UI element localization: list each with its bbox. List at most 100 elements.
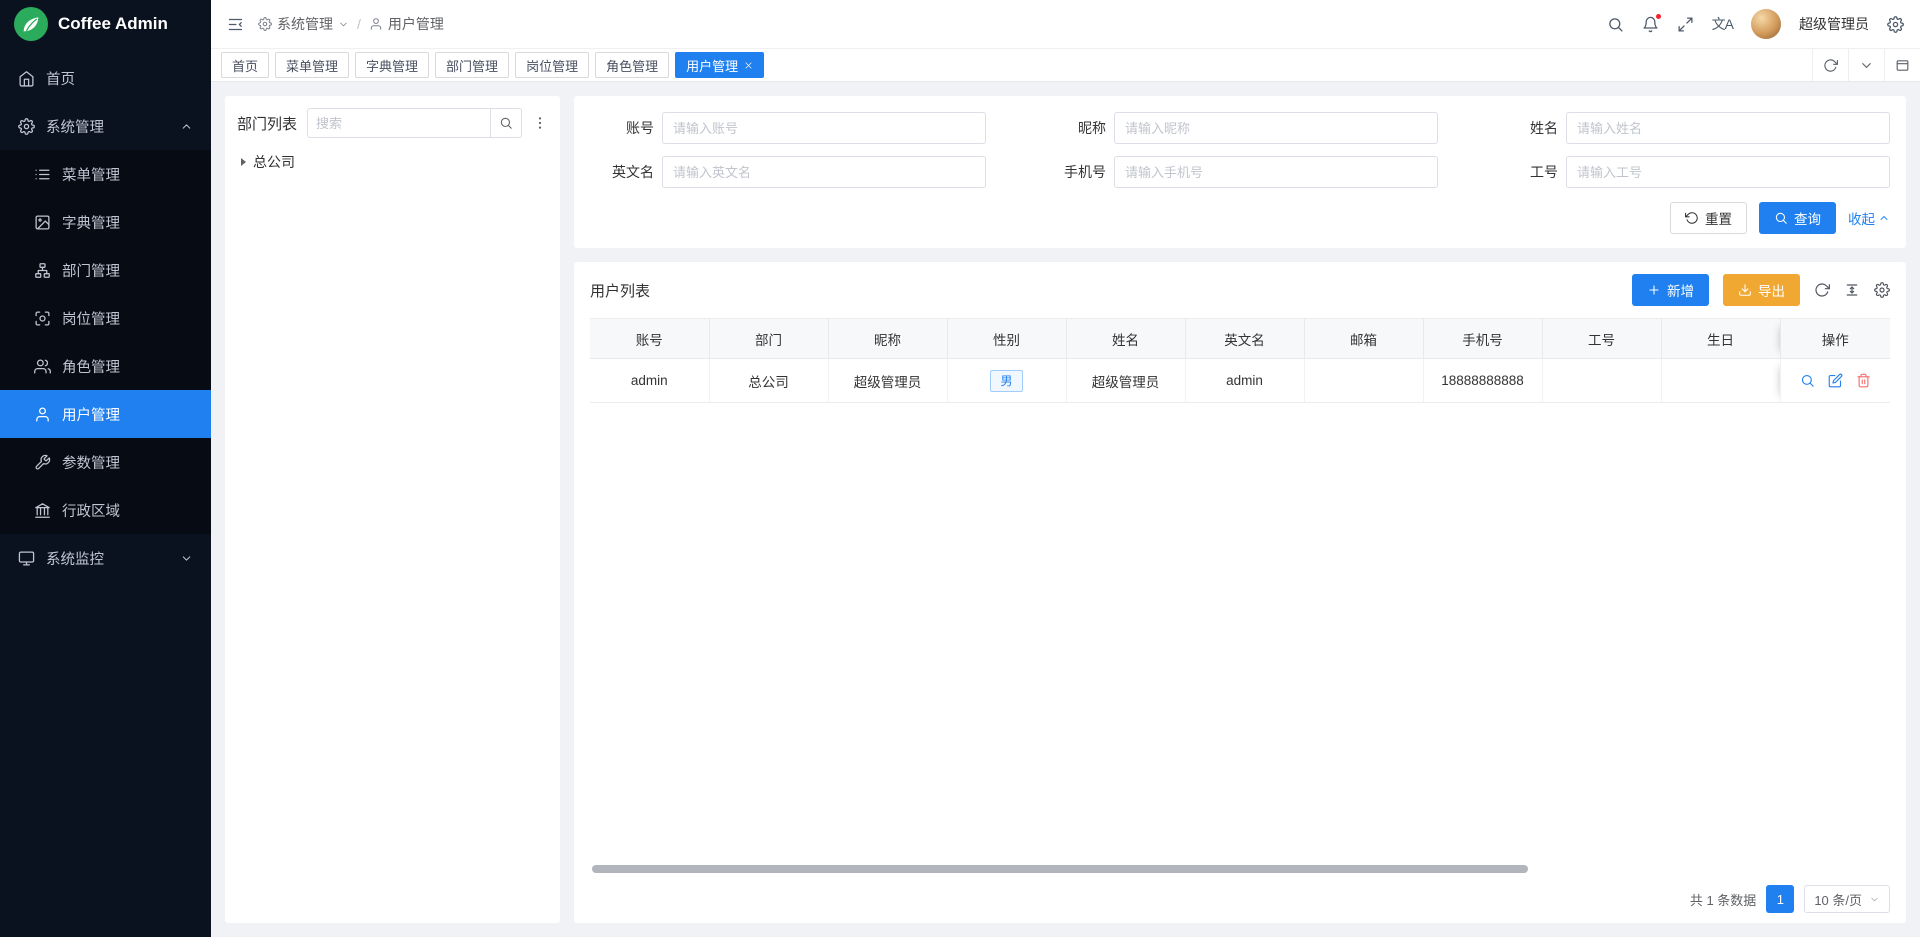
- column-header: 邮箱: [1304, 319, 1423, 359]
- sidebar-item-label: 行政区域: [62, 500, 120, 521]
- search-form-actions: 重置 查询 收起: [590, 202, 1890, 234]
- add-user-button[interactable]: 新增: [1632, 274, 1709, 306]
- page-size-select[interactable]: 10 条/页: [1804, 885, 1890, 913]
- collapse-filters-link[interactable]: 收起: [1848, 208, 1890, 228]
- nickname-field[interactable]: [1114, 112, 1438, 144]
- fullscreen-button[interactable]: [1677, 16, 1694, 33]
- sidebar-collapse-button[interactable]: [227, 16, 244, 33]
- column-header: 性别: [947, 319, 1066, 359]
- sidebar-item-label: 参数管理: [62, 452, 120, 473]
- global-search-button[interactable]: [1607, 16, 1624, 33]
- column-header: 昵称: [828, 319, 947, 359]
- user-list-card: 用户列表 新增 导出: [574, 262, 1906, 923]
- table-density-button[interactable]: [1844, 282, 1860, 298]
- tree-item-head-office[interactable]: 总公司: [237, 148, 548, 176]
- chevron-down-icon: [1869, 894, 1880, 905]
- form-field-nickname: 昵称: [1042, 112, 1438, 144]
- tab-menu-management[interactable]: 菜单管理: [275, 52, 349, 78]
- sidebar-item-param-management[interactable]: 参数管理: [0, 438, 211, 486]
- table-row: admin 总公司 超级管理员 男 超级管理员 admin 1888888888…: [590, 359, 1890, 403]
- department-search-button[interactable]: [490, 108, 522, 138]
- right-column: 账号 昵称 姓名 英文名: [574, 96, 1906, 923]
- department-more-button[interactable]: [532, 115, 548, 131]
- page-number-button[interactable]: 1: [1766, 885, 1794, 913]
- monitor-icon: [18, 550, 35, 567]
- notification-button[interactable]: [1642, 16, 1659, 33]
- department-search-group: [307, 108, 522, 138]
- field-label: 工号: [1494, 162, 1558, 182]
- column-header: 英文名: [1185, 319, 1304, 359]
- sidebar-item-system-management[interactable]: 系统管理: [0, 102, 211, 150]
- reset-button-label: 重置: [1705, 208, 1732, 228]
- tab-actions-dropdown-button[interactable]: [1848, 49, 1884, 81]
- form-field-name: 姓名: [1494, 112, 1890, 144]
- sidebar-item-role-management[interactable]: 角色管理: [0, 342, 211, 390]
- user-table-container: 账号 部门 昵称 性别 姓名 英文名 邮箱 手机号 工号 生日: [590, 318, 1890, 875]
- tab-home[interactable]: 首页: [221, 52, 269, 78]
- query-button[interactable]: 查询: [1759, 202, 1836, 234]
- tab-post-management[interactable]: 岗位管理: [515, 52, 589, 78]
- search-icon: [499, 116, 513, 130]
- account-field[interactable]: [662, 112, 986, 144]
- tab-dict-management[interactable]: 字典管理: [355, 52, 429, 78]
- breadcrumb-item-user[interactable]: 用户管理: [369, 14, 444, 34]
- tab-user-management[interactable]: 用户管理: [675, 52, 764, 78]
- tab-dept-management[interactable]: 部门管理: [435, 52, 509, 78]
- user-icon: [34, 406, 51, 423]
- column-header: 生日: [1661, 319, 1780, 359]
- image-icon: [34, 214, 51, 231]
- english-name-field[interactable]: [662, 156, 986, 188]
- tab-controls: [1812, 49, 1920, 81]
- phone-field[interactable]: [1114, 156, 1438, 188]
- edit-row-button[interactable]: [1828, 373, 1843, 388]
- tab-label: 用户管理: [686, 56, 738, 75]
- content-fullscreen-button[interactable]: [1884, 49, 1920, 81]
- gear-icon: [18, 118, 35, 135]
- sidebar-item-label: 字典管理: [62, 212, 120, 233]
- sidebar-item-label: 首页: [46, 68, 75, 89]
- breadcrumb-item-system[interactable]: 系统管理: [258, 14, 349, 34]
- app-logo[interactable]: Coffee Admin: [0, 0, 211, 48]
- row-operations: [1782, 373, 1890, 388]
- topbar: 系统管理 / 用户管理 文A 超级管理员: [211, 0, 1920, 48]
- cell-gender: 男: [947, 359, 1066, 403]
- column-header: 部门: [709, 319, 828, 359]
- current-user-name[interactable]: 超级管理员: [1799, 14, 1869, 34]
- avatar[interactable]: [1751, 9, 1781, 39]
- table-settings-button[interactable]: [1874, 282, 1890, 298]
- notification-dot: [1655, 13, 1662, 20]
- sidebar-item-label: 用户管理: [62, 404, 120, 425]
- close-icon[interactable]: [744, 61, 753, 70]
- pagination: 共 1 条数据 1 10 条/页: [590, 875, 1890, 913]
- department-panel-title: 部门列表: [237, 113, 297, 134]
- breadcrumb: 系统管理 / 用户管理: [258, 14, 444, 34]
- tabbar: 首页 菜单管理 字典管理 部门管理 岗位管理 角色管理 用户管理: [211, 48, 1920, 82]
- chevron-right-icon[interactable]: [241, 158, 246, 166]
- name-field[interactable]: [1566, 112, 1890, 144]
- sidebar-item-post-management[interactable]: 岗位管理: [0, 294, 211, 342]
- delete-row-button[interactable]: [1856, 373, 1871, 388]
- sidebar-item-system-monitor[interactable]: 系统监控: [0, 534, 211, 582]
- sidebar-item-admin-region[interactable]: 行政区域: [0, 486, 211, 534]
- column-header: 工号: [1542, 319, 1661, 359]
- table-refresh-button[interactable]: [1814, 282, 1830, 298]
- tab-refresh-button[interactable]: [1812, 49, 1848, 81]
- language-switch-button[interactable]: 文A: [1712, 14, 1733, 34]
- settings-button[interactable]: [1887, 16, 1904, 33]
- tab-label: 部门管理: [446, 56, 498, 75]
- sidebar-item-dict-management[interactable]: 字典管理: [0, 198, 211, 246]
- view-row-button[interactable]: [1800, 373, 1815, 388]
- sidebar-item-dept-management[interactable]: 部门管理: [0, 246, 211, 294]
- export-icon: [1738, 283, 1752, 297]
- sidebar-item-home[interactable]: 首页: [0, 54, 211, 102]
- horizontal-scrollbar-thumb[interactable]: [592, 865, 1528, 873]
- tab-role-management[interactable]: 角色管理: [595, 52, 669, 78]
- department-search-input[interactable]: [307, 108, 490, 138]
- reset-button[interactable]: 重置: [1670, 202, 1747, 234]
- export-button[interactable]: 导出: [1723, 274, 1800, 306]
- form-field-english-name: 英文名: [590, 156, 986, 188]
- sidebar-item-user-management[interactable]: 用户管理: [0, 390, 211, 438]
- sidebar-item-menu-management[interactable]: 菜单管理: [0, 150, 211, 198]
- home-icon: [18, 70, 35, 87]
- job-number-field[interactable]: [1566, 156, 1890, 188]
